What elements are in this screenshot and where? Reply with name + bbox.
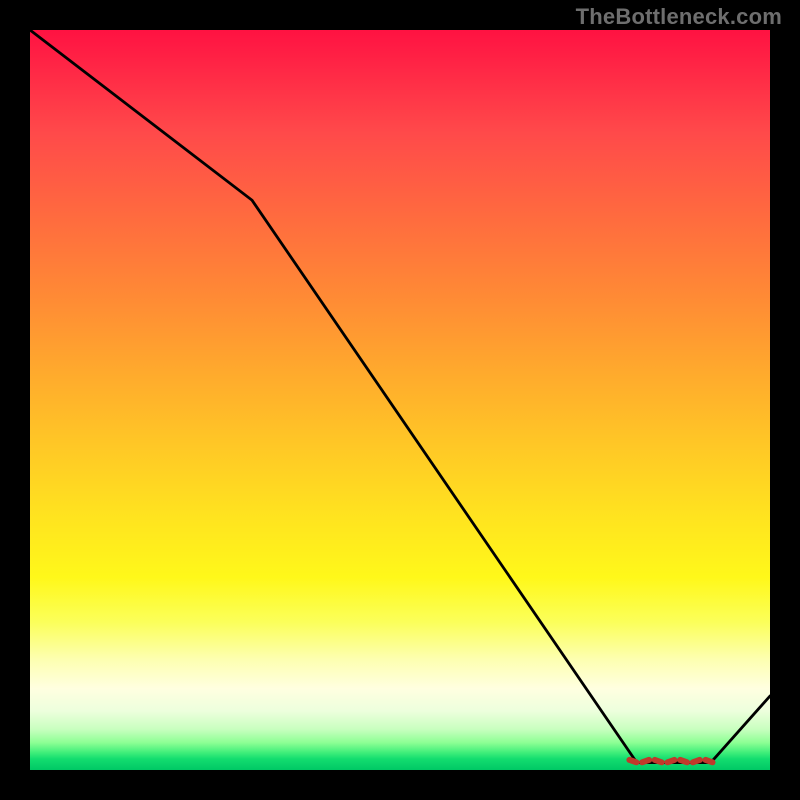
chart-frame: TheBottleneck.com <box>0 0 800 800</box>
plot-background-gradient <box>30 30 770 770</box>
watermark-text: TheBottleneck.com <box>576 4 782 30</box>
